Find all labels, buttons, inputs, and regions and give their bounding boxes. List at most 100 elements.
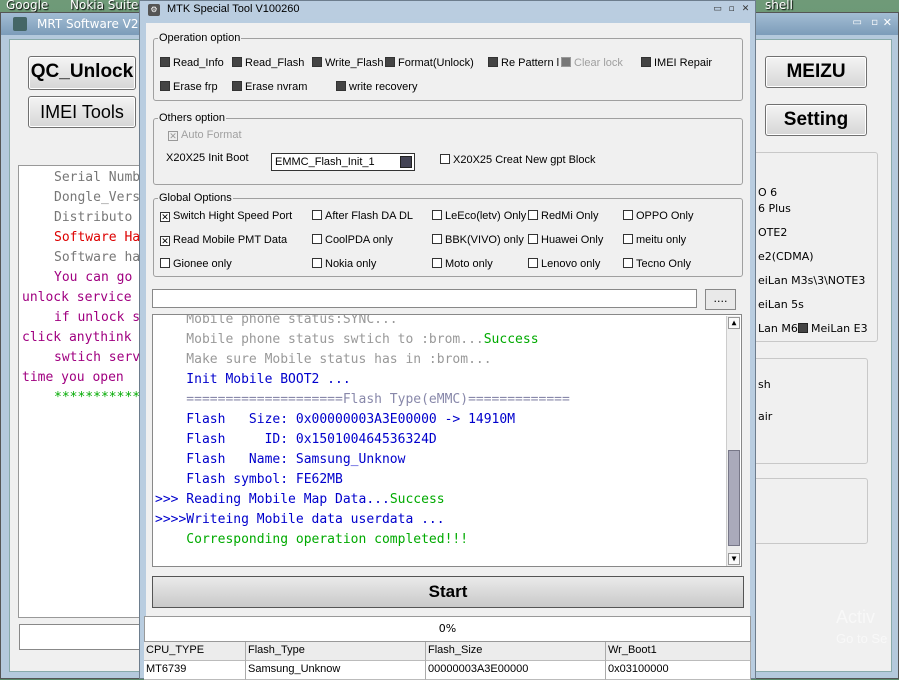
checkbox-icon[interactable] [160, 258, 170, 268]
model-e2-cdma[interactable]: e2(CDMA) [758, 250, 814, 263]
option-air[interactable]: air [758, 410, 772, 423]
mrt-status-field[interactable] [19, 624, 144, 650]
meilan-e3-checkbox-icon[interactable] [798, 323, 808, 333]
mtk-maximize-icon[interactable]: ▫ [726, 4, 737, 15]
checkbox-icon[interactable] [432, 210, 442, 220]
global-option-checkbox[interactable]: After Flash DA DL [312, 210, 413, 222]
model-meilan-5s[interactable]: eiLan 5s [758, 298, 804, 311]
checkbox-icon[interactable] [623, 210, 633, 220]
log-text: ====================Flash Type(eMMC)====… [155, 392, 570, 407]
checkbox-icon[interactable] [488, 57, 498, 67]
checkbox-icon[interactable] [385, 57, 395, 67]
checkbox-icon[interactable] [561, 57, 571, 67]
write-recovery-checkbox[interactable]: write recovery [336, 81, 417, 93]
checkbox-icon[interactable] [623, 258, 633, 268]
global-option-checkbox[interactable]: CoolPDA only [312, 234, 393, 246]
model-o6[interactable]: O 6 [758, 186, 777, 199]
mtk-close-icon[interactable]: ✕ [740, 4, 751, 15]
meizu-button[interactable]: MEIZU [765, 56, 867, 88]
taskbar-google[interactable]: Google [6, 0, 48, 12]
browse-button[interactable]: .... [705, 289, 736, 310]
checkbox-icon[interactable] [336, 81, 346, 91]
global-option-checkbox[interactable]: RedMi Only [528, 210, 598, 222]
checkbox-checked-icon[interactable]: ✕ [160, 212, 170, 222]
option-sh[interactable]: sh [758, 378, 771, 391]
log-scrollbar[interactable]: ▲ ▼ [726, 316, 740, 566]
setting-button[interactable]: Setting [765, 104, 867, 136]
checkbox-icon[interactable] [232, 81, 242, 91]
mrt-window-title: MRT Software V2.6 [37, 17, 150, 31]
scroll-up-icon[interactable]: ▲ [728, 317, 740, 329]
dropdown-arrow-icon[interactable] [400, 156, 412, 168]
progress-text: 0% [438, 622, 457, 635]
taskbar-shell[interactable]: shell [765, 0, 793, 12]
mrt-minimize-icon[interactable]: ▭ [853, 17, 862, 28]
activation-watermark-sub: Go to Se [836, 631, 888, 646]
checkbox-icon[interactable] [440, 154, 450, 164]
model-meilan-e3[interactable]: MeiLan E3 [798, 322, 868, 335]
scroll-thumb[interactable] [728, 450, 740, 546]
model-ote2[interactable]: OTE2 [758, 226, 787, 239]
qc-unlock-button[interactable]: QC_Unlock [28, 56, 136, 90]
checkbox-label: CoolPDA only [325, 234, 393, 246]
checkbox-checked-icon[interactable]: ✕ [168, 131, 178, 141]
global-option-checkbox[interactable]: Lenovo only [528, 258, 600, 270]
global-option-checkbox[interactable]: meitu only [623, 234, 686, 246]
global-option-checkbox[interactable]: OPPO Only [623, 210, 693, 222]
write-flash-checkbox[interactable]: Write_Flash [312, 57, 383, 69]
clear-lock-checkbox[interactable]: Clear lock [561, 57, 623, 69]
log-text: Mobile phone status swtich to :brom... [155, 332, 484, 347]
erase-frp-checkbox[interactable]: Erase frp [160, 81, 218, 93]
checkbox-icon[interactable] [312, 57, 322, 67]
auto-format-checkbox[interactable]: ✕ Auto Format [168, 129, 242, 141]
checkbox-icon[interactable] [528, 210, 538, 220]
checkbox-icon[interactable] [528, 234, 538, 244]
read-flash-checkbox[interactable]: Read_Flash [232, 57, 304, 69]
checkbox-checked-icon[interactable]: ✕ [160, 236, 170, 246]
creat-gpt-checkbox[interactable]: X20X25 Creat New gpt Block [440, 154, 595, 166]
global-option-checkbox[interactable]: Nokia only [312, 258, 376, 270]
erase-nvram-checkbox[interactable]: Erase nvram [232, 81, 307, 93]
imei-repair-checkbox[interactable]: IMEI Repair [641, 57, 712, 69]
global-option-checkbox[interactable]: Huawei Only [528, 234, 603, 246]
log-line: Corresponding operation completed!!! [155, 532, 468, 547]
read-info-checkbox[interactable]: Read_Info [160, 57, 224, 69]
operation-log: Mobile phone status:SYNC... Mobile phone… [152, 314, 742, 567]
model-6plus[interactable]: 6 Plus [758, 202, 791, 215]
re-pattern-checkbox[interactable]: Re Pattern l [488, 57, 559, 69]
global-option-checkbox[interactable]: Moto only [432, 258, 493, 270]
checkbox-icon[interactable] [432, 234, 442, 244]
checkbox-icon[interactable] [641, 57, 651, 67]
imei-tools-button[interactable]: IMEI Tools [28, 96, 136, 128]
model-meilan-m6[interactable]: Lan M6 [758, 322, 798, 335]
log-line: Flash symbol: FE62MB [155, 472, 343, 487]
checkbox-icon[interactable] [312, 234, 322, 244]
mrt-maximize-icon[interactable]: ▫ [871, 17, 878, 28]
checkbox-icon[interactable] [160, 81, 170, 91]
global-option-checkbox[interactable]: ✕ Switch Hight Speed Port [160, 210, 292, 222]
checkbox-icon[interactable] [432, 258, 442, 268]
model-meilan-m3s[interactable]: eiLan M3s\3\NOTE3 [758, 274, 865, 287]
global-option-checkbox[interactable]: LeEco(letv) Only [432, 210, 526, 222]
checkbox-icon[interactable] [623, 234, 633, 244]
mrt-log-line: swtich serv [54, 350, 141, 365]
scroll-down-icon[interactable]: ▼ [728, 553, 740, 565]
checkbox-icon[interactable] [312, 258, 322, 268]
init-boot-select[interactable]: EMMC_Flash_Init_1 [271, 153, 415, 171]
global-option-checkbox[interactable]: BBK(VIVO) only [432, 234, 524, 246]
global-option-checkbox[interactable]: ✕ Read Mobile PMT Data [160, 234, 287, 246]
format-unlock-checkbox[interactable]: Format(Unlock) [385, 57, 474, 69]
global-option-checkbox[interactable]: Gionee only [160, 258, 232, 270]
taskbar-nokia-suite[interactable]: Nokia Suite [70, 0, 138, 12]
mrt-close-icon[interactable]: ✕ [883, 16, 892, 29]
checkbox-icon[interactable] [312, 210, 322, 220]
global-option-checkbox[interactable]: Tecno Only [623, 258, 691, 270]
file-path-input[interactable] [152, 289, 697, 308]
checkbox-icon[interactable] [528, 258, 538, 268]
start-button[interactable]: Start [152, 576, 744, 608]
checkbox-icon[interactable] [160, 57, 170, 67]
log-text: Corresponding operation completed!!! [155, 532, 469, 547]
mtk-minimize-icon[interactable]: ▭ [712, 4, 723, 15]
log-line: Mobile phone status:SYNC... [155, 315, 397, 327]
checkbox-icon[interactable] [232, 57, 242, 67]
